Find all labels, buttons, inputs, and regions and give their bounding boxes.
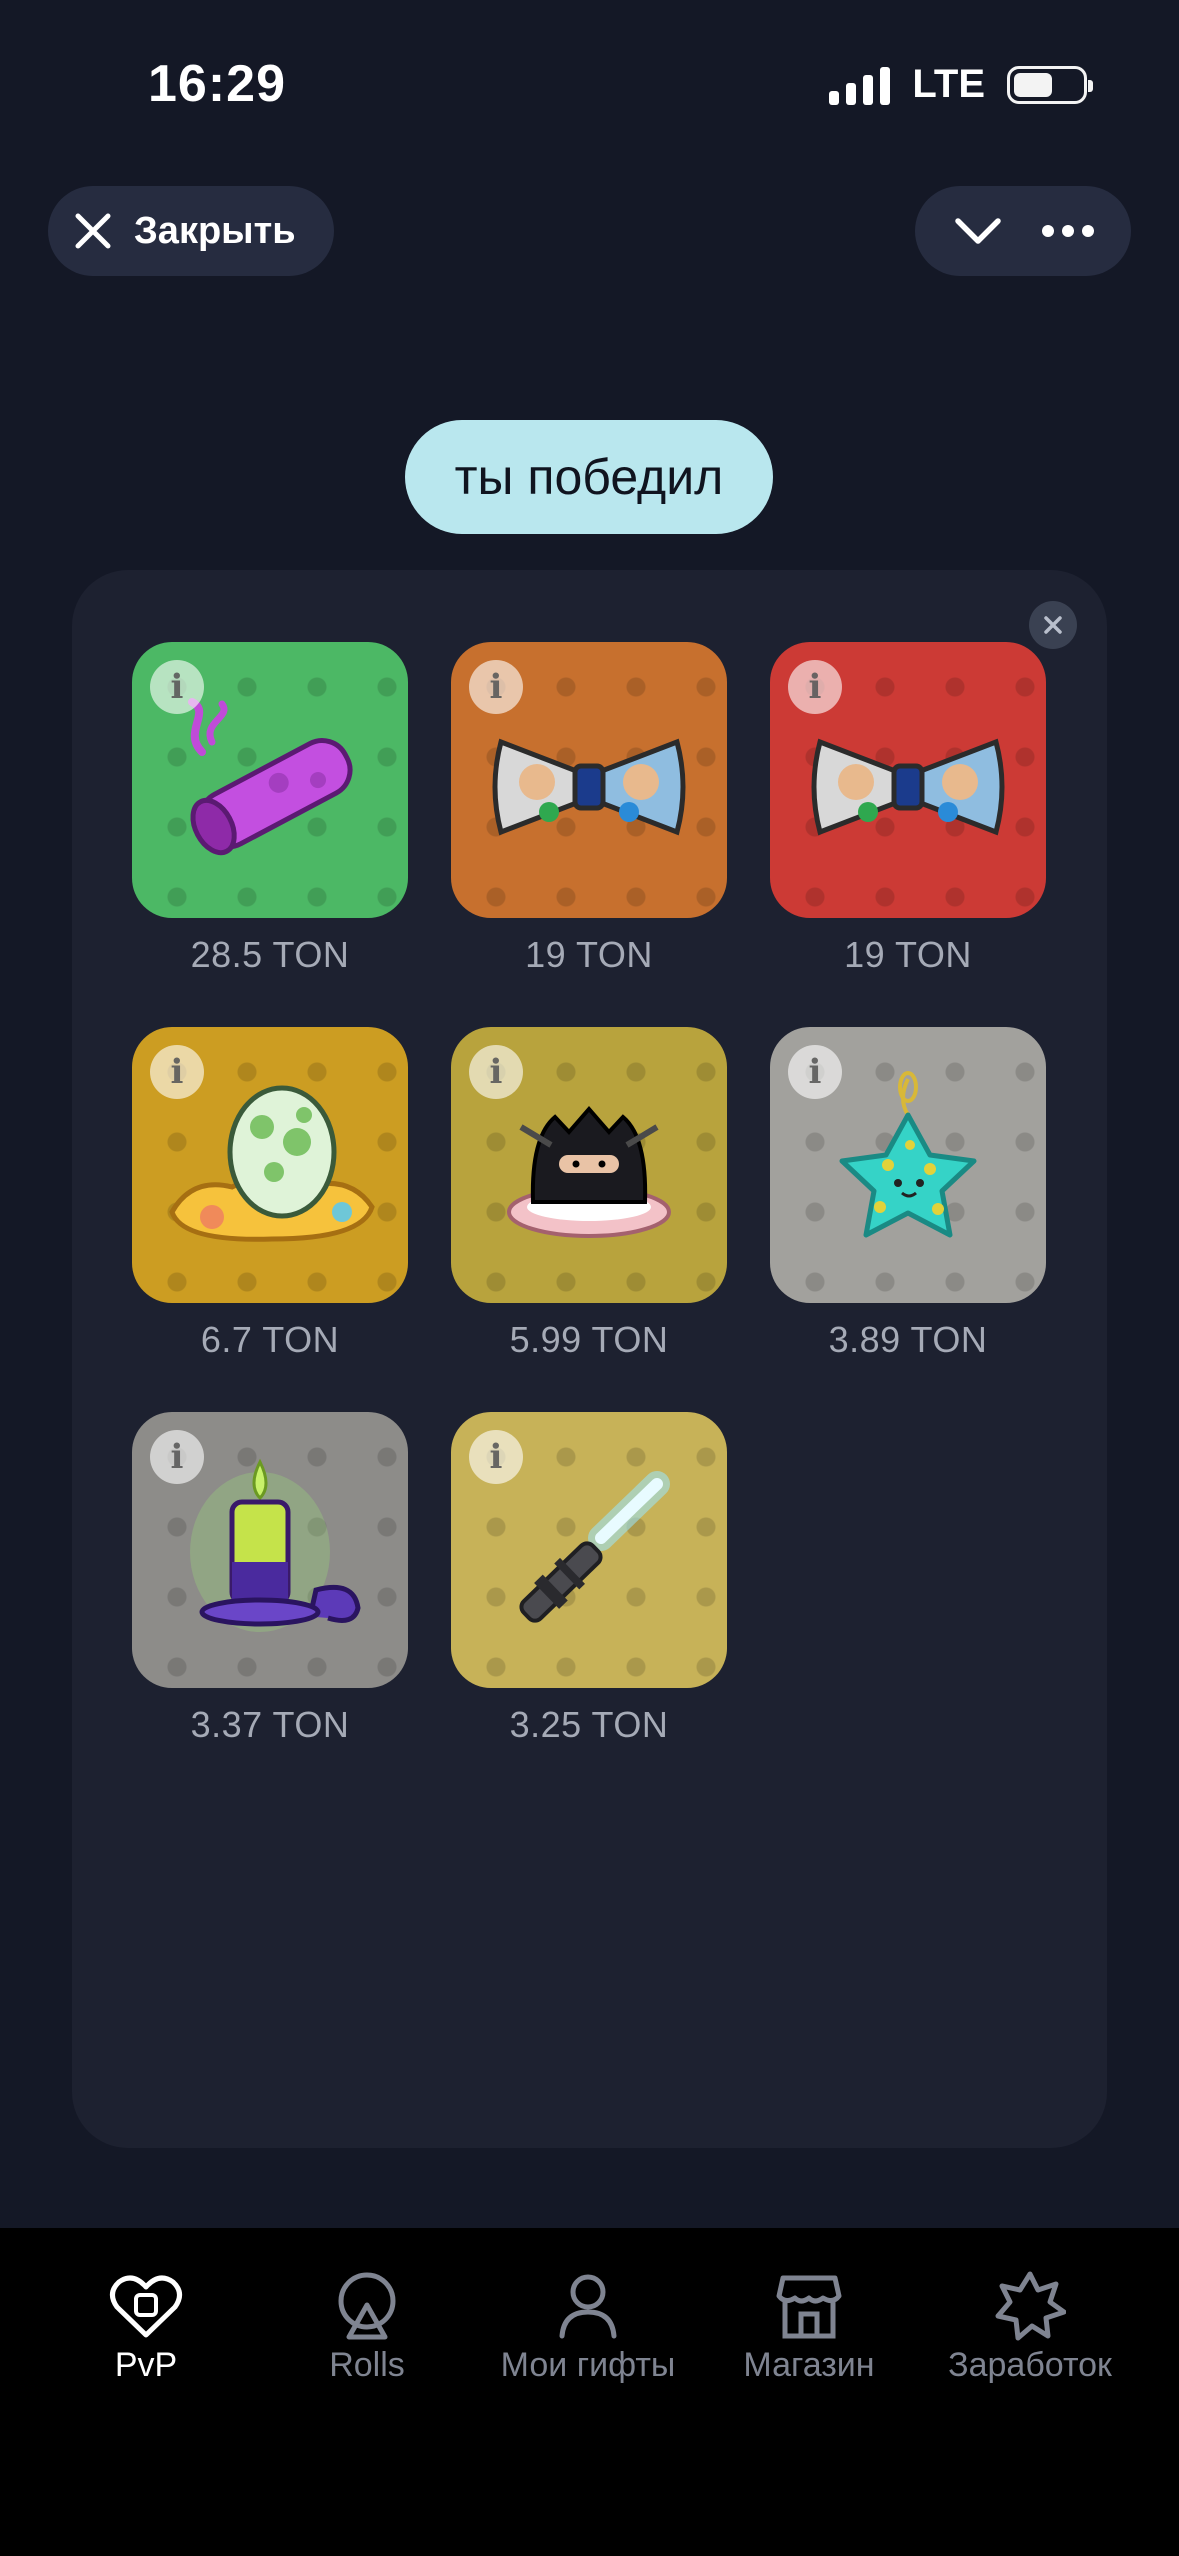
shop-icon (776, 2275, 842, 2339)
nav-item-shop[interactable]: Магазин (699, 2268, 919, 2385)
more-button[interactable] (1033, 196, 1103, 266)
more-dots-icon (1042, 225, 1094, 237)
gift-card[interactable]: i 19 TON (451, 642, 727, 976)
gift-tile[interactable]: i (451, 1027, 727, 1303)
gift-card[interactable]: i 28.5 TON (132, 642, 408, 976)
gift-price: 28.5 TON (190, 934, 350, 975)
header-actions (915, 186, 1131, 276)
gift-price: 3.37 TON (190, 1704, 350, 1745)
network-type: LTE (912, 62, 985, 106)
info-button[interactable]: i (150, 1430, 204, 1484)
screen: 16:29 LTE Закрыть ты победил i 28.5 TON … (0, 0, 1179, 2556)
nav-item-rolls[interactable]: Rolls (257, 2268, 477, 2385)
collapse-button[interactable] (943, 196, 1013, 266)
gift-price: 19 TON (844, 934, 972, 975)
win-banner: ты победил (405, 420, 773, 534)
info-button[interactable]: i (469, 1430, 523, 1484)
gift-price: 19 TON (525, 934, 653, 975)
chevron-down-icon (955, 218, 1001, 244)
status-time: 16:29 (148, 55, 286, 113)
gift-card[interactable]: i 3.25 TON (451, 1412, 727, 1746)
nav-item-my-gifts[interactable]: Мои гифты (478, 2268, 698, 2385)
info-button[interactable]: i (788, 1045, 842, 1099)
nav-item-pvp[interactable]: PvP (36, 2268, 256, 2385)
user-icon (559, 2274, 617, 2339)
info-button[interactable]: i (788, 660, 842, 714)
signal-icon (829, 65, 891, 105)
gift-card[interactable]: i 3.37 TON (132, 1412, 408, 1746)
star-burst-icon (995, 2271, 1066, 2341)
status-indicators: LTE (829, 62, 1093, 107)
info-button[interactable]: i (469, 1045, 523, 1099)
gift-card[interactable]: i 6.7 TON (132, 1027, 408, 1361)
gift-tile[interactable]: i (451, 1412, 727, 1688)
rolls-icon (338, 2272, 396, 2340)
nav-label: PvP (114, 2346, 178, 2384)
gift-card[interactable]: i 19 TON (770, 642, 1046, 976)
gift-price: 6.7 TON (200, 1319, 340, 1360)
nav-label: Магазин (743, 2346, 875, 2384)
close-button[interactable]: Закрыть (48, 186, 334, 276)
nav-label: Заработок (948, 2346, 1112, 2384)
gift-price: 3.89 TON (828, 1319, 988, 1360)
close-icon (1044, 616, 1062, 634)
nav-label: Мои гифты (500, 2346, 676, 2384)
gift-tile[interactable]: i (770, 1027, 1046, 1303)
info-button[interactable]: i (150, 660, 204, 714)
gift-tile[interactable]: i (770, 642, 1046, 918)
heart-icon (110, 2275, 182, 2338)
close-label: Закрыть (134, 209, 296, 252)
gift-tile[interactable]: i (132, 1027, 408, 1303)
nav-label: Rolls (329, 2346, 405, 2384)
gift-card[interactable]: i 3.89 TON (770, 1027, 1046, 1361)
battery-icon (1007, 65, 1093, 104)
gift-tile[interactable]: i (132, 642, 408, 918)
gift-card[interactable]: i 5.99 TON (451, 1027, 727, 1361)
gift-tile[interactable]: i (451, 642, 727, 918)
info-button[interactable]: i (150, 1045, 204, 1099)
info-button[interactable]: i (469, 660, 523, 714)
gift-price: 3.25 TON (509, 1704, 669, 1745)
close-icon (75, 213, 111, 249)
gift-tile[interactable]: i (132, 1412, 408, 1688)
nav-item-earnings[interactable]: Заработок (920, 2268, 1140, 2385)
gift-price: 5.99 TON (509, 1319, 669, 1360)
